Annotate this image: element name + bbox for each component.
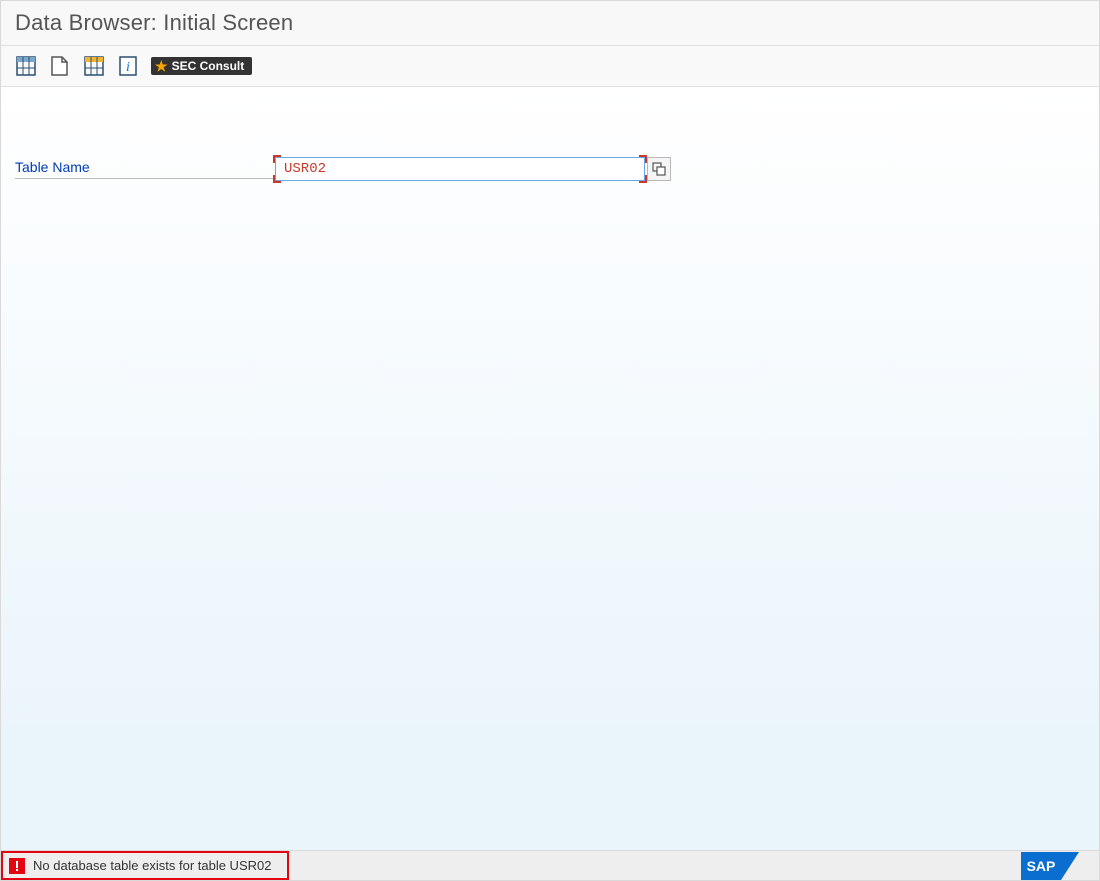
- svg-text:i: i: [126, 60, 130, 75]
- page-title: Data Browser: Initial Screen: [15, 10, 293, 36]
- sec-consult-label: SEC Consult: [172, 59, 245, 73]
- table-display-icon[interactable]: [83, 55, 105, 77]
- table-contents-icon[interactable]: [15, 55, 37, 77]
- status-bar: No database table exists for table USR02…: [1, 850, 1099, 880]
- info-icon[interactable]: i: [117, 55, 139, 77]
- app-frame: Data Browser: Initial Screen: [0, 0, 1100, 881]
- star-icon: ★: [155, 59, 168, 73]
- sec-consult-button[interactable]: ★ SEC Consult: [151, 57, 252, 75]
- sap-logo: SAP: [1021, 852, 1079, 880]
- focus-corner-icon: [273, 155, 281, 163]
- title-bar: Data Browser: Initial Screen: [1, 1, 1099, 46]
- table-name-label: Table Name: [15, 159, 275, 179]
- error-icon: [9, 858, 25, 874]
- create-icon[interactable]: [49, 55, 71, 77]
- table-name-input-wrap: [275, 157, 645, 181]
- focus-corner-icon: [639, 155, 647, 163]
- sap-logo-text: SAP: [1027, 858, 1056, 874]
- focus-corner-icon: [273, 175, 281, 183]
- status-message[interactable]: No database table exists for table USR02: [1, 851, 289, 880]
- content-area: Table Name: [1, 87, 1099, 850]
- status-message-text: No database table exists for table USR02: [33, 858, 271, 873]
- focus-corner-icon: [639, 175, 647, 183]
- toolbar: i ★ SEC Consult: [1, 46, 1099, 87]
- table-name-input[interactable]: [275, 157, 645, 181]
- f4-help-button[interactable]: [647, 157, 671, 181]
- table-name-row: Table Name: [1, 157, 1099, 181]
